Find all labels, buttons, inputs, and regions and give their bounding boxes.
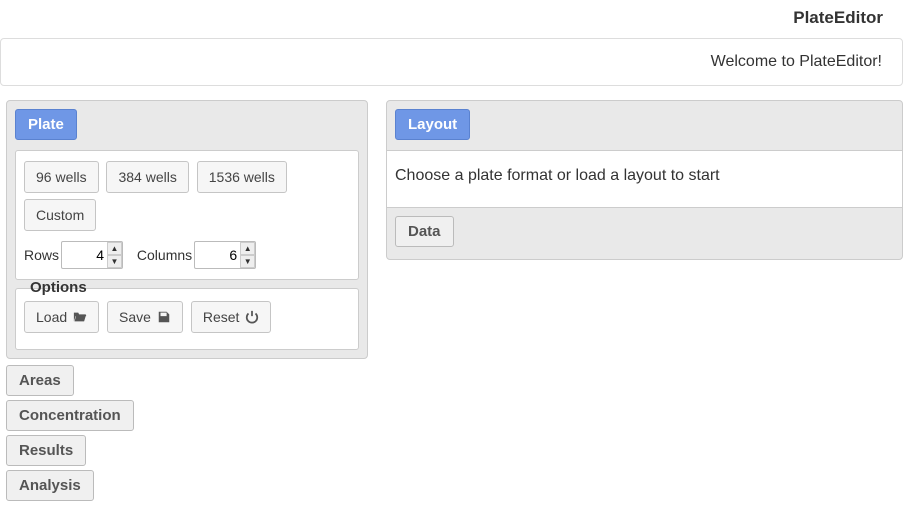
save-label: Save — [119, 309, 151, 325]
floppy-icon — [157, 310, 171, 324]
right-column: Layout Choose a plate format or load a l… — [386, 100, 903, 505]
rows-spinner: ▲ ▼ — [107, 242, 122, 268]
tab-analysis[interactable]: Analysis — [6, 470, 94, 501]
wells-96-button[interactable]: 96 wells — [24, 161, 99, 193]
rows-label: Rows — [24, 247, 59, 263]
rows-up-button[interactable]: ▲ — [107, 242, 122, 255]
load-label: Load — [36, 309, 67, 325]
reset-button[interactable]: Reset — [191, 301, 272, 333]
welcome-bar: Welcome to PlateEditor! — [0, 38, 903, 86]
cols-spinner: ▲ ▼ — [240, 242, 255, 268]
tab-plate[interactable]: Plate — [15, 109, 77, 140]
reset-label: Reset — [203, 309, 240, 325]
format-button-row: 96 wells 384 wells 1536 wells Custom — [24, 161, 350, 237]
rows-down-button[interactable]: ▼ — [107, 255, 122, 268]
main-layout: Plate 96 wells 384 wells 1536 wells Cust… — [0, 100, 903, 505]
layout-body: Choose a plate format or load a layout t… — [387, 150, 902, 208]
tab-results[interactable]: Results — [6, 435, 86, 466]
cols-down-button[interactable]: ▼ — [240, 255, 255, 268]
plate-format-box: 96 wells 384 wells 1536 wells Custom Row… — [15, 150, 359, 280]
wells-custom-button[interactable]: Custom — [24, 199, 96, 231]
folder-open-icon — [73, 310, 87, 324]
data-tab-row: Data — [395, 216, 894, 251]
layout-message: Choose a plate format or load a layout t… — [395, 167, 720, 184]
tab-areas[interactable]: Areas — [6, 365, 74, 396]
power-icon — [245, 310, 259, 324]
wells-384-button[interactable]: 384 wells — [106, 161, 188, 193]
save-button[interactable]: Save — [107, 301, 183, 333]
app-title: PlateEditor — [793, 8, 883, 27]
wells-1536-button[interactable]: 1536 wells — [197, 161, 287, 193]
tab-data[interactable]: Data — [395, 216, 454, 247]
cols-up-button[interactable]: ▲ — [240, 242, 255, 255]
tab-concentration[interactable]: Concentration — [6, 400, 134, 431]
load-button[interactable]: Load — [24, 301, 99, 333]
plate-panel: Plate 96 wells 384 wells 1536 wells Cust… — [6, 100, 368, 359]
rows-cols-row: Rows ▲ ▼ Columns — [24, 241, 350, 269]
left-column: Plate 96 wells 384 wells 1536 wells Cust… — [6, 100, 368, 505]
options-legend: Options — [26, 279, 91, 296]
app-header: PlateEditor — [0, 0, 903, 32]
tab-layout[interactable]: Layout — [395, 109, 470, 140]
layout-panel: Layout Choose a plate format or load a l… — [386, 100, 903, 260]
cols-label: Columns — [137, 247, 192, 263]
options-fieldset: Options Load Save Reset — [15, 288, 359, 350]
welcome-text: Welcome to PlateEditor! — [711, 53, 882, 70]
